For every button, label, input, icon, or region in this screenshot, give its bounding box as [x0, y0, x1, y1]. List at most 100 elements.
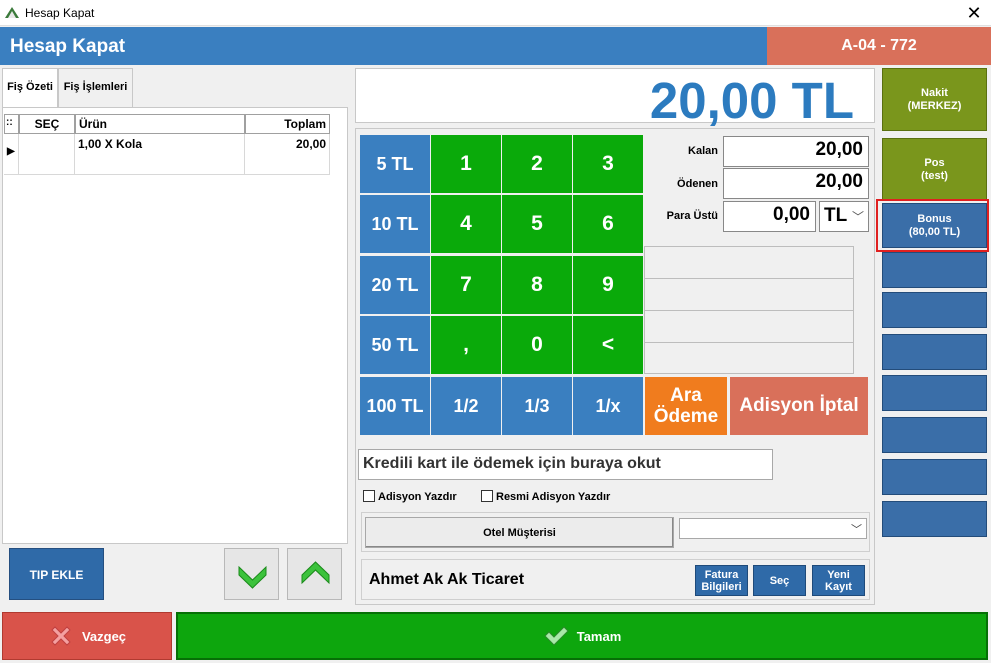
quick-100tl-button[interactable]: 100 TL: [360, 377, 430, 435]
payment-sublabel: (80,00 TL): [908, 225, 961, 238]
otel-select[interactable]: ﹀: [679, 518, 867, 539]
ara-odeme-button[interactable]: Ara Ödeme: [645, 377, 727, 435]
payment-sublabel: (MERKEZ): [907, 99, 962, 112]
close-icon[interactable]: ✕: [962, 2, 986, 24]
list-item[interactable]: [645, 246, 853, 278]
para-ustu-label: Para Üstü: [666, 210, 718, 222]
card-reader-input[interactable]: Kredili kart ile ödemek için buraya okut: [358, 449, 773, 480]
payment-nakit-button[interactable]: Nakit (MERKEZ): [882, 68, 987, 131]
table-row-sec[interactable]: [19, 134, 75, 175]
grid-corner: ::: [4, 114, 19, 134]
checkmark-icon: [544, 626, 569, 646]
checkbox-box: [481, 490, 493, 502]
payment-label: Bonus: [917, 212, 952, 225]
digit-1-button[interactable]: 1: [431, 135, 501, 193]
checkbox-label: Resmi Adisyon Yazdır: [496, 491, 611, 503]
customer-name: Ahmet Ak Ak Ticaret: [369, 571, 525, 588]
checkbox-box: [363, 490, 375, 502]
list-item[interactable]: [645, 278, 853, 310]
fatura-label-1: Fatura: [704, 568, 739, 581]
digit-4-button[interactable]: 4: [431, 195, 501, 253]
column-header-sec[interactable]: SEÇ: [19, 114, 75, 134]
half-button[interactable]: 1/2: [431, 377, 501, 435]
backspace-button[interactable]: <: [573, 316, 643, 374]
ara-odeme-label-2: Ödeme: [653, 406, 719, 427]
sec-button[interactable]: Seç: [753, 565, 806, 596]
digit-9-button[interactable]: 9: [573, 256, 643, 314]
digit-7-button[interactable]: 7: [431, 256, 501, 314]
tab-fis-ozeti[interactable]: Fiş Özeti: [2, 68, 58, 108]
digit-3-button[interactable]: 3: [573, 135, 643, 193]
app-logo-icon: [5, 7, 19, 18]
quick-10tl-button[interactable]: 10 TL: [360, 195, 430, 253]
tab-label: Fiş İşlemleri: [63, 81, 128, 93]
currency-value: TL: [824, 205, 848, 226]
quick-50tl-button[interactable]: 50 TL: [360, 316, 430, 374]
payment-empty-button[interactable]: [882, 501, 987, 537]
currency-select[interactable]: TL ﹀: [819, 201, 869, 232]
comma-button[interactable]: ,: [431, 316, 501, 374]
payment-empty-button[interactable]: [882, 252, 987, 288]
payment-label: Pos: [924, 156, 945, 169]
digit-0-button[interactable]: 0: [502, 316, 572, 374]
adisyon-yazdir-checkbox[interactable]: Adisyon Yazdır: [363, 490, 457, 503]
table-code-badge: A-04 - 772: [767, 27, 991, 65]
column-header-urun[interactable]: Ürün: [75, 114, 245, 134]
quick-5tl-button[interactable]: 5 TL: [360, 135, 430, 193]
yeni-label-1: Yeni: [827, 568, 850, 581]
kalan-field[interactable]: 20,00: [723, 136, 869, 167]
list-item[interactable]: [645, 342, 853, 374]
para-ustu-field[interactable]: 0,00: [723, 201, 816, 232]
list-item[interactable]: [645, 310, 853, 342]
payment-empty-button[interactable]: [882, 334, 987, 370]
payment-list: [644, 246, 854, 374]
one-over-x-button[interactable]: 1/x: [573, 377, 643, 435]
odenen-field[interactable]: 20,00: [723, 168, 869, 199]
yeni-kayit-button[interactable]: Yeni Kayıt: [812, 565, 865, 596]
payment-bonus-button[interactable]: Bonus (80,00 TL): [882, 203, 987, 248]
chevron-down-icon: ﹀: [851, 524, 862, 536]
quick-20tl-button[interactable]: 20 TL: [360, 256, 430, 314]
row-indicator-icon: ▶: [4, 134, 19, 175]
ara-odeme-label-1: Ara: [670, 385, 702, 406]
tab-label: Fiş Özeti: [7, 81, 53, 93]
tip-ekle-button[interactable]: TIP EKLE: [9, 548, 104, 600]
digit-6-button[interactable]: 6: [573, 195, 643, 253]
chevron-down-icon: [238, 565, 267, 589]
move-up-button[interactable]: [287, 548, 342, 600]
cancel-x-icon: [51, 626, 71, 646]
vazgec-label: Vazgeç: [81, 628, 127, 644]
chevron-up-icon: [301, 561, 330, 585]
payment-sublabel: (test): [921, 169, 948, 182]
column-header-toplam[interactable]: Toplam: [245, 114, 330, 134]
fatura-label-2: Bilgileri: [701, 580, 742, 593]
tamam-button[interactable]: Tamam: [176, 612, 988, 660]
resmi-adisyon-yazdir-checkbox[interactable]: Resmi Adisyon Yazdır: [481, 490, 610, 503]
window-titlebar: Hesap Kapat ✕: [0, 0, 991, 26]
page-title: Hesap Kapat: [10, 36, 126, 57]
digit-8-button[interactable]: 8: [502, 256, 572, 314]
vazgec-button[interactable]: Vazgeç: [2, 612, 172, 660]
fatura-bilgileri-button[interactable]: Fatura Bilgileri: [695, 565, 748, 596]
tamam-label: Tamam: [576, 628, 622, 644]
payment-empty-button[interactable]: [882, 417, 987, 453]
payment-empty-button[interactable]: [882, 375, 987, 411]
receipt-grid: :: SEÇ Ürün Toplam ▶ 1,00 X Kola 20,00: [4, 114, 330, 176]
table-row-urun[interactable]: 1,00 X Kola: [75, 134, 245, 175]
otel-musterisi-button[interactable]: Otel Müşterisi: [365, 517, 674, 548]
payment-empty-button[interactable]: [882, 459, 987, 495]
header-bar: Hesap Kapat: [0, 27, 767, 65]
move-down-button[interactable]: [224, 548, 279, 600]
payment-empty-button[interactable]: [882, 292, 987, 328]
chevron-down-icon: ﹀: [851, 210, 864, 224]
yeni-label-2: Kayıt: [825, 580, 852, 593]
payment-label: Nakit: [921, 86, 948, 99]
adisyon-iptal-button[interactable]: Adisyon İptal: [730, 377, 868, 435]
payment-pos-button[interactable]: Pos (test): [882, 138, 987, 201]
digit-2-button[interactable]: 2: [502, 135, 572, 193]
table-row-toplam[interactable]: 20,00: [245, 134, 330, 175]
third-button[interactable]: 1/3: [502, 377, 572, 435]
digit-5-button[interactable]: 5: [502, 195, 572, 253]
tab-fis-islemleri[interactable]: Fiş İşlemleri: [58, 68, 133, 108]
window-title: Hesap Kapat: [25, 6, 95, 20]
